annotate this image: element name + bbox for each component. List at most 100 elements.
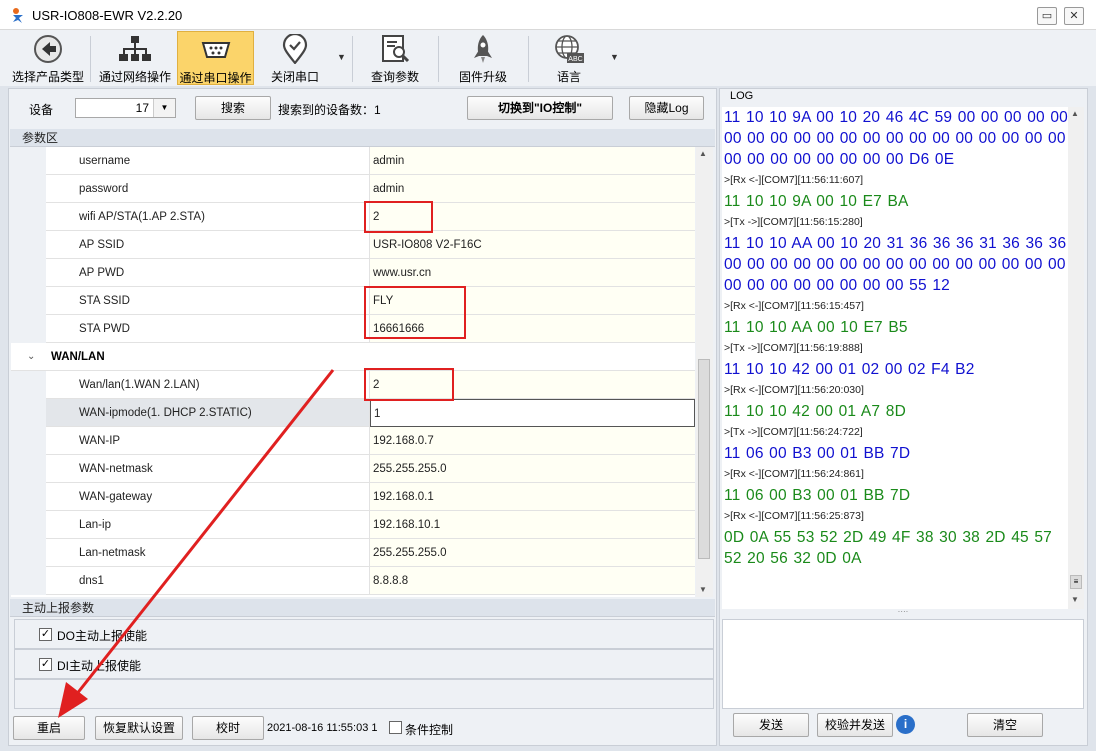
firmware-upgrade-button[interactable]: 固件升级 bbox=[446, 31, 520, 85]
serial-operation-button[interactable]: 通过串口操作 bbox=[177, 31, 254, 85]
param-row[interactable]: STA SSID FLY bbox=[11, 287, 695, 315]
switch-io-control-button[interactable]: 切换到"IO控制" bbox=[467, 96, 613, 120]
param-name: WAN-gateway bbox=[46, 483, 370, 511]
scroll-down-icon[interactable]: ▼ bbox=[1071, 595, 1079, 604]
device-select[interactable]: 17 ▼ bbox=[75, 98, 176, 118]
log-header: LOG bbox=[730, 90, 754, 102]
param-value[interactable]: 192.168.0.1 bbox=[370, 483, 695, 511]
param-name: WAN-netmask bbox=[46, 455, 370, 483]
param-row[interactable]: WAN-gateway 192.168.0.1 bbox=[11, 483, 695, 511]
do-auto-report-checkbox[interactable]: ✓ bbox=[39, 628, 52, 641]
row-gutter bbox=[11, 427, 46, 455]
wan-lan-category[interactable]: ⌄ WAN/LAN bbox=[11, 343, 695, 371]
select-product-type-button[interactable]: 选择产品类型 bbox=[8, 31, 88, 85]
params-grid: username admin password admin wifi AP/STA(1.… bbox=[11, 147, 695, 597]
row-gutter bbox=[11, 483, 46, 511]
params-scrollbar[interactable]: ▲ ▼ bbox=[696, 147, 713, 597]
log-meta-line: >[Rx <-][COM7][11:56:25:873] bbox=[724, 510, 864, 522]
do-auto-report-label: DO主动上报使能 bbox=[57, 629, 148, 643]
info-icon[interactable]: i bbox=[896, 715, 915, 734]
scroll-up-icon[interactable]: ▲ bbox=[1071, 109, 1079, 118]
param-row[interactable]: WAN-IP 192.168.0.7 bbox=[11, 427, 695, 455]
param-value[interactable]: 1 bbox=[370, 399, 695, 427]
log-meta-line: >[Rx <-][COM7][11:56:11:607] bbox=[724, 174, 864, 186]
param-row[interactable]: Wan/lan(1.WAN 2.LAN) 2 bbox=[11, 371, 695, 399]
param-name: password bbox=[46, 175, 370, 203]
scroll-thumb[interactable]: ≡ bbox=[1070, 575, 1082, 589]
search-button[interactable]: 搜索 bbox=[195, 96, 271, 120]
device-select-value: 17 bbox=[135, 101, 149, 115]
param-value[interactable]: 8.8.8.8 bbox=[370, 567, 695, 595]
row-gutter bbox=[11, 455, 46, 483]
param-row[interactable]: dns1 8.8.8.8 bbox=[11, 567, 695, 595]
chevron-down-icon[interactable]: ▼ bbox=[610, 52, 619, 62]
di-auto-report-row[interactable]: ✓ DI主动上报使能 bbox=[14, 649, 714, 679]
log-output[interactable]: 11 10 10 9A 00 10 20 46 4C 59 00 00 00 0… bbox=[722, 107, 1084, 609]
minimize-button[interactable]: ▭ bbox=[1037, 7, 1057, 25]
log-tx-line: 11 10 10 AA 00 10 E7 B5 bbox=[724, 319, 908, 336]
query-params-button[interactable]: 查询参数 bbox=[358, 31, 432, 85]
row-gutter bbox=[11, 315, 46, 343]
param-row[interactable]: wifi AP/STA(1.AP 2.STA) 2 bbox=[11, 203, 695, 231]
restore-defaults-button[interactable]: 恢复默认设置 bbox=[95, 716, 183, 740]
condition-control-checkbox[interactable] bbox=[389, 721, 402, 734]
checksum-send-button[interactable]: 校验并发送 bbox=[817, 713, 893, 737]
param-value[interactable]: 192.168.0.7 bbox=[370, 427, 695, 455]
scroll-thumb[interactable] bbox=[698, 359, 710, 559]
auto-report-empty-row bbox=[14, 679, 714, 709]
close-button[interactable]: ✕ bbox=[1064, 7, 1084, 25]
send-button[interactable]: 发送 bbox=[733, 713, 809, 737]
param-row[interactable]: password admin bbox=[11, 175, 695, 203]
param-value[interactable]: www.usr.cn bbox=[370, 259, 695, 287]
di-auto-report-checkbox[interactable]: ✓ bbox=[39, 658, 52, 671]
clear-log-button[interactable]: 清空 bbox=[967, 713, 1043, 737]
log-tx-line: 11 06 00 B3 00 01 BB 7D bbox=[724, 487, 911, 504]
toolbar-divider bbox=[352, 36, 353, 82]
param-name: username bbox=[46, 147, 370, 175]
param-value[interactable]: 255.255.255.0 bbox=[370, 539, 695, 567]
row-gutter bbox=[11, 567, 46, 595]
chevron-down-icon[interactable]: ▼ bbox=[337, 52, 346, 62]
param-value[interactable]: 255.255.255.0 bbox=[370, 455, 695, 483]
toolbar-label: 选择产品类型 bbox=[11, 70, 84, 84]
map-pin-icon bbox=[282, 34, 308, 64]
row-gutter bbox=[11, 259, 46, 287]
scroll-down-icon[interactable]: ▼ bbox=[699, 585, 707, 594]
param-value[interactable]: USR-IO808 V2-F16C bbox=[370, 231, 695, 259]
condition-control-label: 条件控制 bbox=[405, 723, 454, 737]
param-name: WAN-ipmode(1. DHCP 2.STATIC) bbox=[46, 399, 370, 427]
sync-time-button[interactable]: 校时 bbox=[192, 716, 264, 740]
hide-log-button[interactable]: 隐藏Log bbox=[629, 96, 704, 120]
collapse-chevron-icon[interactable]: ⌄ bbox=[27, 343, 35, 371]
toolbar-label: 通过串口操作 bbox=[179, 71, 252, 85]
row-gutter bbox=[11, 147, 46, 175]
param-row[interactable]: AP SSID USR-IO808 V2-F16C bbox=[11, 231, 695, 259]
param-row[interactable]: Lan-netmask 255.255.255.0 bbox=[11, 539, 695, 567]
row-gutter bbox=[11, 539, 46, 567]
network-operation-button[interactable]: 通过网络操作 bbox=[95, 31, 175, 85]
command-input[interactable] bbox=[722, 619, 1084, 709]
param-row[interactable]: WAN-netmask 255.255.255.0 bbox=[11, 455, 695, 483]
log-scrollbar[interactable]: ▲ ≡ ▼ bbox=[1068, 107, 1084, 609]
do-auto-report-row[interactable]: ✓ DO主动上报使能 bbox=[14, 619, 714, 649]
chevron-down-icon[interactable]: ▼ bbox=[153, 99, 175, 117]
left-panel: 设备 17 ▼ 搜索 搜索到的设备数：1 切换到"IO控制" 隐藏Log 参数区… bbox=[8, 88, 717, 746]
row-gutter bbox=[11, 511, 46, 539]
param-name: Wan/lan(1.WAN 2.LAN) bbox=[46, 371, 370, 399]
log-tx-line: 11 10 10 42 00 01 A7 8D bbox=[724, 403, 906, 420]
close-serial-button[interactable]: 关闭串口 bbox=[258, 31, 332, 85]
param-value[interactable]: admin bbox=[370, 175, 695, 203]
app-logo-icon bbox=[13, 8, 23, 23]
language-button[interactable]: ABC 语言 bbox=[536, 31, 602, 85]
param-row[interactable]: WAN-ipmode(1. DHCP 2.STATIC) 1 bbox=[11, 399, 695, 427]
log-meta-line: >[Rx <-][COM7][11:56:24:861] bbox=[724, 468, 864, 480]
param-row[interactable]: AP PWD www.usr.cn bbox=[11, 259, 695, 287]
param-row[interactable]: STA PWD 16661666 bbox=[11, 315, 695, 343]
scroll-up-icon[interactable]: ▲ bbox=[699, 149, 707, 158]
splitter-grip[interactable]: ···· bbox=[722, 608, 1084, 617]
param-row[interactable]: username admin bbox=[11, 147, 695, 175]
param-row[interactable]: Lan-ip 192.168.10.1 bbox=[11, 511, 695, 539]
restart-button[interactable]: 重启 bbox=[13, 716, 85, 740]
param-value[interactable]: admin bbox=[370, 147, 695, 175]
param-value[interactable]: 192.168.10.1 bbox=[370, 511, 695, 539]
